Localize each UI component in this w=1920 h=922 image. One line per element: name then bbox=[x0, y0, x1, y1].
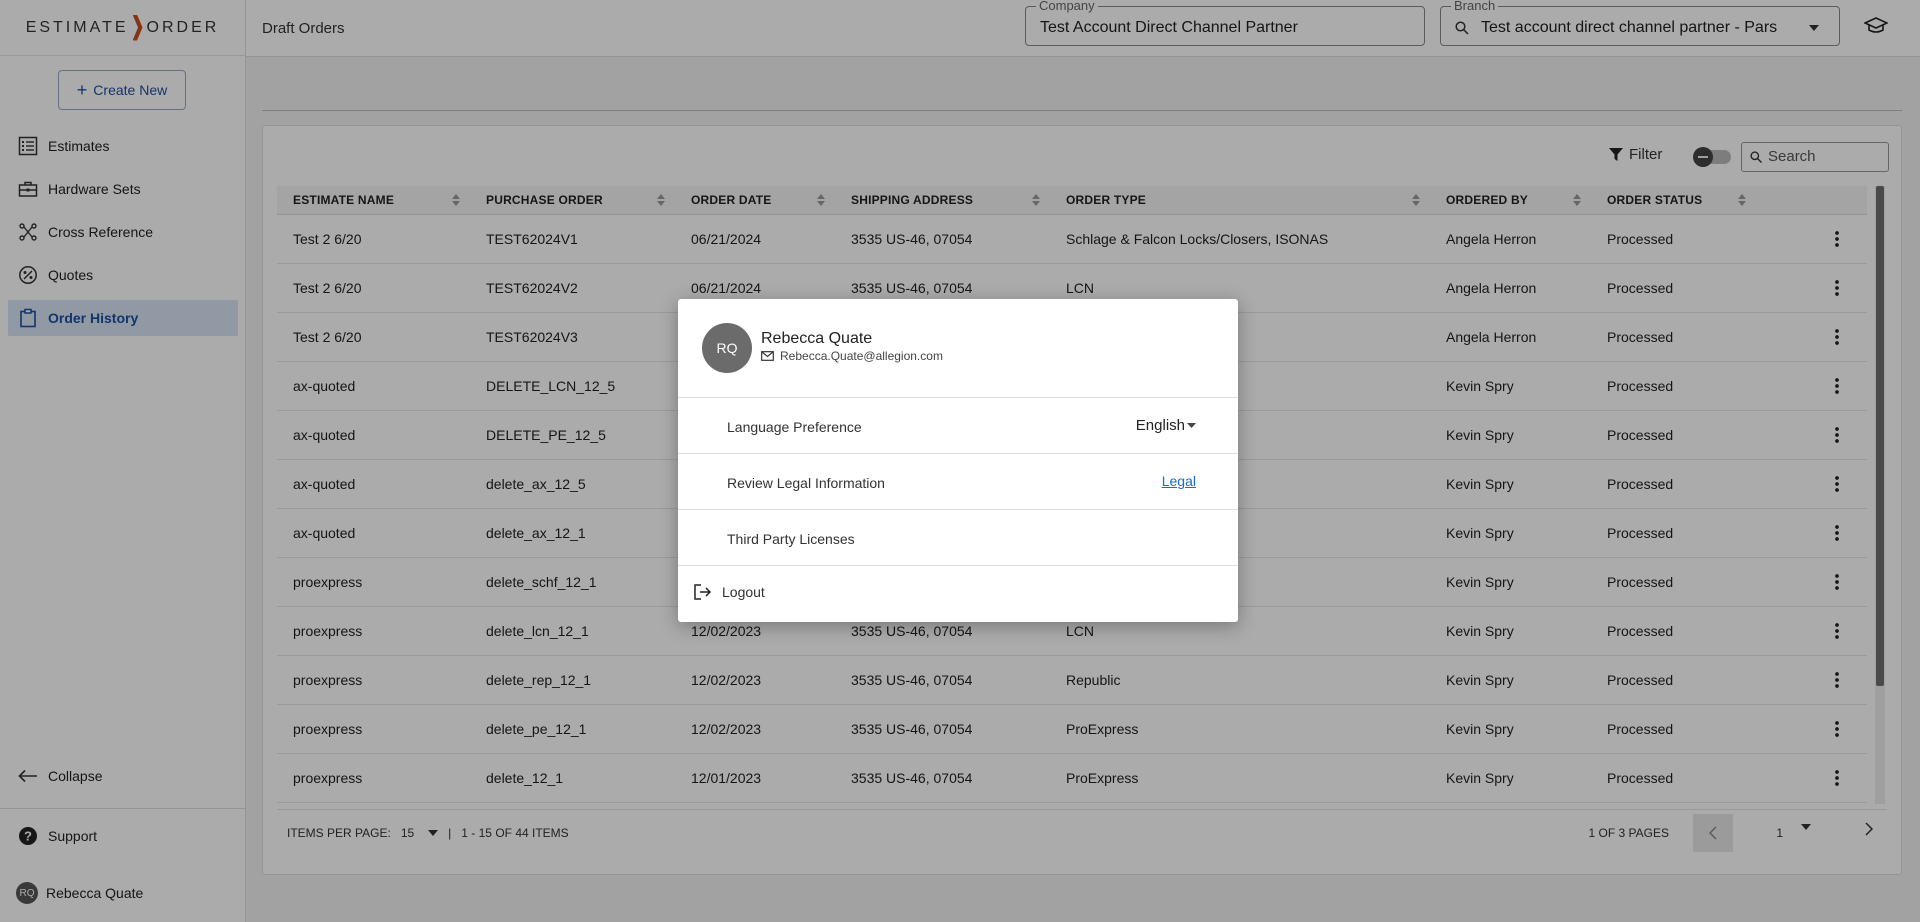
third-party-licenses-row[interactable]: Third Party Licenses bbox=[678, 510, 1238, 566]
app-root: ESTIMATE ORDER + Create New Estimates Ha… bbox=[0, 0, 1920, 922]
language-value: English bbox=[1135, 417, 1185, 434]
profile-header: RQ Rebecca Quate Rebecca.Quate@allegion.… bbox=[678, 299, 1238, 398]
language-preference-label: Language Preference bbox=[727, 419, 862, 435]
mail-icon bbox=[761, 351, 774, 361]
language-preference-row: Language Preference English bbox=[678, 398, 1238, 454]
logout-row: Logout bbox=[678, 566, 1238, 622]
profile-name: Rebecca Quate bbox=[761, 330, 873, 347]
chevron-down-icon bbox=[1187, 423, 1196, 428]
third-party-licenses-label: Third Party Licenses bbox=[727, 531, 855, 547]
legal-info-label: Review Legal Information bbox=[727, 475, 885, 491]
profile-email: Rebecca.Quate@allegion.com bbox=[761, 349, 943, 363]
profile-email-text: Rebecca.Quate@allegion.com bbox=[780, 349, 943, 363]
legal-link[interactable]: Legal bbox=[1162, 473, 1196, 489]
logout-button[interactable]: Logout bbox=[694, 584, 765, 600]
language-select[interactable]: English bbox=[1136, 417, 1196, 434]
logout-label: Logout bbox=[722, 584, 765, 600]
profile-dialog: RQ Rebecca Quate Rebecca.Quate@allegion.… bbox=[678, 299, 1238, 622]
modal-backdrop[interactable]: RQ Rebecca Quate Rebecca.Quate@allegion.… bbox=[0, 0, 1920, 922]
legal-info-row: Review Legal Information Legal bbox=[678, 454, 1238, 510]
logout-icon bbox=[694, 584, 712, 600]
avatar: RQ bbox=[702, 323, 752, 373]
